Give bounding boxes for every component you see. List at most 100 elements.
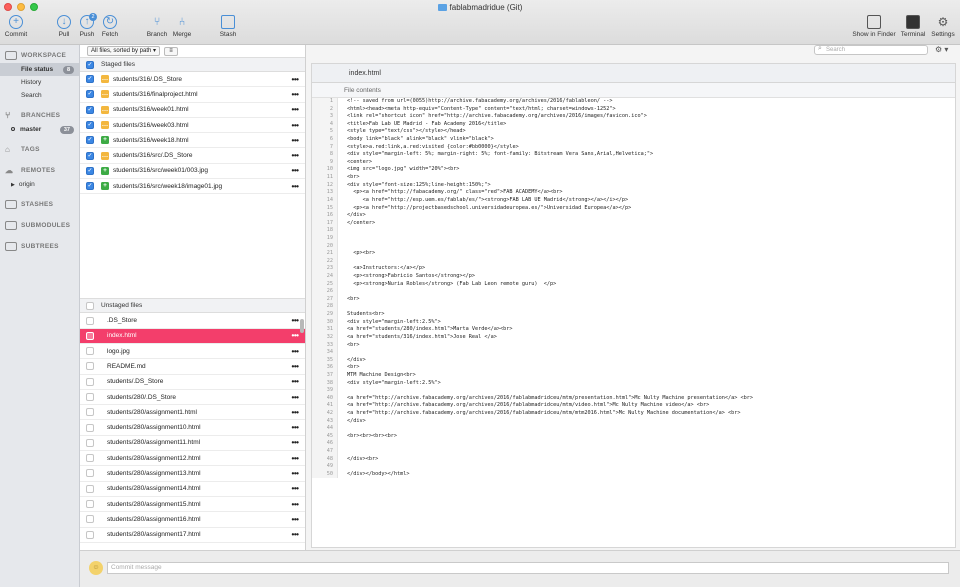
line-number: 18 bbox=[326, 227, 333, 234]
staged-file-row[interactable]: ✓ + students/316/src/week18/image01.jpg ••• bbox=[80, 179, 305, 195]
unstaged-checkbox[interactable] bbox=[86, 423, 94, 432]
unstaged-file-row[interactable]: students/280/assignment10.html ••• bbox=[80, 420, 305, 436]
unstaged-file-row[interactable]: students/280/assignment14.html ••• bbox=[80, 482, 305, 497]
line-number: 9 bbox=[329, 158, 333, 165]
sidebar-section-branches[interactable]: ⑂ BRANCHES bbox=[0, 107, 79, 123]
unstaged-file-row[interactable]: students/.DS_Store ••• bbox=[80, 375, 305, 390]
row-menu-icon[interactable]: ••• bbox=[285, 530, 305, 539]
staged-file-row[interactable]: ✓ … students/316/finalproject.html ••• bbox=[80, 87, 305, 103]
row-menu-icon[interactable]: ••• bbox=[285, 362, 305, 371]
unstaged-file-row[interactable]: students/280/assignment13.html ••• bbox=[80, 466, 305, 482]
staged-file-row[interactable]: ✓ … students/316/week03.html ••• bbox=[80, 118, 305, 134]
unstaged-checkbox[interactable] bbox=[86, 438, 94, 447]
sidebar-section-subtrees[interactable]: SUBTREES bbox=[0, 238, 79, 254]
row-menu-icon[interactable]: ••• bbox=[285, 515, 305, 524]
unstaged-file-row[interactable]: students/280/assignment1.html ••• bbox=[80, 405, 305, 421]
code-line: <br> bbox=[347, 295, 360, 302]
row-menu-icon[interactable]: ••• bbox=[285, 105, 305, 114]
staged-file-row[interactable]: ✓ … students/316/.DS_Store ••• bbox=[80, 72, 305, 88]
fetch-button[interactable]: ↻ Fetch bbox=[90, 15, 130, 38]
unstaged-file-row[interactable]: students/280/assignment15.html ••• bbox=[80, 497, 305, 513]
row-menu-icon[interactable]: ••• bbox=[285, 136, 305, 145]
gear-icon[interactable]: ⚙ ▾ bbox=[935, 45, 948, 54]
unstaged-file-row[interactable]: README.md ••• bbox=[80, 359, 305, 375]
row-menu-icon[interactable]: ••• bbox=[285, 393, 305, 402]
staged-checkbox[interactable]: ✓ bbox=[86, 136, 94, 145]
sidebar-section-tags[interactable]: ⌂ TAGS bbox=[0, 141, 79, 157]
row-menu-icon[interactable]: ••• bbox=[285, 121, 305, 130]
code-lines[interactable]: <!-- saved from url=(0055)http://archive… bbox=[338, 98, 955, 478]
unstaged-checkbox[interactable] bbox=[86, 362, 94, 371]
stage-all-checkbox[interactable]: ✓ bbox=[86, 60, 94, 69]
code-line: <br> bbox=[347, 341, 360, 348]
unstaged-checkbox[interactable] bbox=[86, 377, 94, 386]
unstaged-file-row[interactable]: index.html ••• bbox=[80, 328, 305, 344]
unstaged-file-row[interactable]: students/280/assignment11.html ••• bbox=[80, 436, 305, 452]
row-menu-icon[interactable]: ••• bbox=[285, 90, 305, 99]
sidebar-item-master[interactable]: master 37 bbox=[0, 123, 79, 136]
row-menu-icon[interactable]: ••• bbox=[285, 500, 305, 509]
row-menu-icon[interactable]: ••• bbox=[285, 423, 305, 432]
unstaged-checkbox[interactable] bbox=[86, 331, 94, 340]
row-menu-icon[interactable]: ••• bbox=[285, 166, 305, 175]
unstaged-checkbox[interactable] bbox=[86, 393, 94, 401]
list-view-icon[interactable]: ≡ bbox=[164, 46, 179, 56]
unstage-all-checkbox[interactable] bbox=[86, 301, 94, 310]
search-input[interactable]: Search bbox=[814, 45, 928, 55]
staged-file-row[interactable]: ✓ … students/316/src/.DS_Store ••• bbox=[80, 148, 305, 164]
code-view: 1 2 3 4 5 6 7 8 9 10 11 12 13 14 15 16 17 18 19 20 21 22 23 24 2… bbox=[312, 98, 955, 479]
unstaged-scrollbar[interactable] bbox=[300, 319, 304, 333]
row-menu-icon[interactable]: ••• bbox=[285, 75, 305, 84]
row-menu-icon[interactable]: ••• bbox=[285, 377, 305, 386]
staged-checkbox[interactable]: ✓ bbox=[86, 182, 94, 191]
merge-button[interactable]: ⑃ Merge bbox=[162, 15, 202, 38]
sidebar-item-origin[interactable]: ▶ origin bbox=[0, 178, 79, 191]
unstaged-checkbox[interactable] bbox=[86, 469, 94, 478]
sidebar-item-search[interactable]: Search bbox=[0, 89, 79, 102]
row-menu-icon[interactable]: ••• bbox=[285, 151, 305, 160]
row-menu-icon[interactable]: ••• bbox=[285, 347, 305, 356]
staged-checkbox[interactable]: ✓ bbox=[86, 90, 94, 99]
row-menu-icon[interactable]: ••• bbox=[285, 469, 305, 478]
staged-file-row[interactable]: ✓ + students/316/week18.html ••• bbox=[80, 133, 305, 149]
file-sort-dropdown[interactable]: All files, sorted by path ▾ bbox=[87, 46, 161, 56]
unstaged-checkbox[interactable] bbox=[86, 347, 94, 356]
sidebar-item-history[interactable]: History bbox=[0, 76, 79, 89]
unstaged-file-row[interactable]: students/280/.DS_Store ••• bbox=[80, 390, 305, 406]
row-menu-icon[interactable]: ••• bbox=[285, 484, 305, 493]
sidebar-section-remotes[interactable]: ☁ REMOTES bbox=[0, 162, 79, 178]
staged-checkbox[interactable]: ✓ bbox=[86, 166, 94, 175]
settings-button[interactable]: ⚙ Settings bbox=[924, 15, 960, 38]
staged-checkbox[interactable]: ✓ bbox=[86, 121, 94, 130]
unstaged-checkbox[interactable] bbox=[86, 515, 94, 524]
unstaged-checkbox[interactable] bbox=[86, 530, 94, 539]
staged-checkbox[interactable]: ✓ bbox=[86, 75, 94, 84]
staged-file-row[interactable]: ✓ … students/316/week01.html ••• bbox=[80, 103, 305, 118]
row-menu-icon[interactable]: ••• bbox=[285, 182, 305, 191]
row-menu-icon[interactable]: ••• bbox=[285, 408, 305, 417]
sidebar-section-submodules[interactable]: SUBMODULES bbox=[0, 217, 79, 233]
unstaged-file-row[interactable]: students/280/assignment12.html ••• bbox=[80, 451, 305, 467]
sidebar-item-file-status[interactable]: File status 8 bbox=[0, 63, 79, 76]
commit-message-input[interactable]: Commit message bbox=[107, 562, 949, 574]
staged-checkbox[interactable]: ✓ bbox=[86, 105, 94, 114]
unstaged-checkbox[interactable] bbox=[86, 316, 94, 325]
sidebar-section-stashes[interactable]: STASHES bbox=[0, 196, 79, 212]
unstaged-file-row[interactable]: logo.jpg ••• bbox=[80, 344, 305, 360]
unstaged-checkbox[interactable] bbox=[86, 454, 94, 463]
master-ahead-count-badge: 37 bbox=[59, 125, 74, 134]
row-menu-icon[interactable]: ••• bbox=[285, 438, 305, 447]
commit-button[interactable]: + Commit bbox=[0, 15, 36, 38]
sidebar-section-workspace[interactable]: WORKSPACE bbox=[0, 47, 79, 63]
staged-file-row[interactable]: ✓ + students/316/src/week01/003.jpg ••• bbox=[80, 164, 305, 180]
unstaged-file-row[interactable]: students/280/assignment17.html ••• bbox=[80, 528, 305, 543]
unstaged-file-row[interactable]: .DS_Store ••• bbox=[80, 313, 305, 329]
stash-button[interactable]: Stash bbox=[208, 15, 248, 38]
unstaged-checkbox[interactable] bbox=[86, 408, 94, 417]
line-number: 43 bbox=[326, 417, 333, 424]
unstaged-checkbox[interactable] bbox=[86, 484, 94, 493]
unstaged-checkbox[interactable] bbox=[86, 500, 94, 509]
row-menu-icon[interactable]: ••• bbox=[285, 454, 305, 463]
unstaged-file-row[interactable]: students/280/assignment16.html ••• bbox=[80, 512, 305, 528]
staged-checkbox[interactable]: ✓ bbox=[86, 151, 94, 160]
